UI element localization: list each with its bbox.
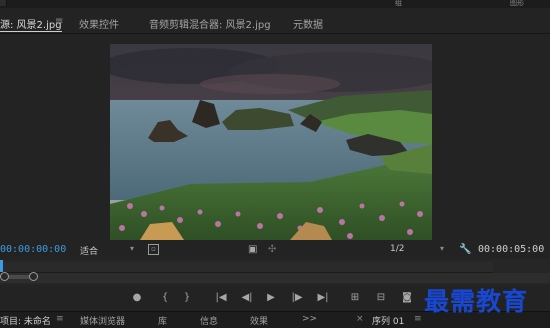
wrench-icon[interactable]: 🔧	[459, 244, 471, 256]
tab-info[interactable]: 信息	[200, 314, 218, 327]
step-back-icon[interactable]: ◀|	[240, 291, 254, 305]
duration-timecode: 00:00:05:00	[478, 244, 545, 255]
video-frame[interactable]	[110, 44, 432, 240]
hamburger-icon[interactable]: ≡	[414, 314, 422, 324]
tab-project[interactable]: 项目: 未命名	[0, 314, 51, 327]
tab-media-browser[interactable]: 媒体浏览器	[80, 314, 125, 327]
move-icon[interactable]: ✣	[268, 244, 276, 256]
top-fragment-mid: 组	[395, 0, 402, 7]
trim-icon[interactable]: ▣	[248, 244, 257, 256]
tab-libraries[interactable]: 库	[158, 314, 167, 327]
tab-effect-controls[interactable]: 效果控件	[79, 16, 119, 31]
mark-in-icon[interactable]: {	[158, 291, 172, 305]
source-monitor-tabs: 源: 风景2.jpg ≡ 效果控件 音频剪辑混合器: 风景2.jpg 元数据	[0, 10, 550, 32]
tab-metadata[interactable]: 元数据	[293, 16, 323, 31]
tab-effects[interactable]: 效果	[250, 314, 268, 327]
monitor-controls: 00:00:00:00 适合 ▾ ▫ ▣ ✣ 1/2 ▾ 🔧 00:00:05:…	[0, 241, 550, 259]
top-fragment-right: 图形	[510, 0, 524, 7]
watermark-logo: 最需教育	[424, 287, 529, 316]
step-forward-icon[interactable]: |▶	[290, 291, 304, 305]
go-to-in-icon[interactable]: |◀	[214, 291, 228, 305]
go-to-out-icon[interactable]: ▶|	[316, 291, 330, 305]
current-timecode[interactable]: 00:00:00:00	[0, 244, 66, 255]
close-icon[interactable]: ×	[356, 314, 364, 324]
panel-menu-icon[interactable]	[0, 0, 7, 6]
hamburger-icon[interactable]: ≡	[56, 314, 64, 324]
chevron-down-icon[interactable]: ▾	[130, 244, 134, 253]
overwrite-icon[interactable]: ⊟	[374, 291, 388, 305]
tab-source[interactable]: 源: 风景2.jpg	[0, 16, 62, 31]
playhead[interactable]	[0, 260, 3, 272]
add-marker-icon[interactable]: ●	[130, 291, 144, 305]
safe-margins-icon[interactable]: ▫	[148, 244, 159, 255]
hamburger-icon[interactable]: ≡	[55, 16, 63, 27]
fit-select[interactable]: 适合	[80, 244, 98, 257]
more-panels-button[interactable]: >>	[302, 314, 317, 324]
top-strip: 组 图形	[0, 0, 550, 8]
tab-audio-clip-mixer[interactable]: 音频剪辑混合器: 风景2.jpg	[149, 16, 271, 31]
tab-sequence[interactable]: 序列 01	[372, 314, 404, 327]
chevron-down-icon[interactable]: ▾	[440, 244, 444, 253]
landscape-image	[110, 44, 432, 240]
scroll-handle-right[interactable]	[29, 272, 38, 281]
scroll-handle-left[interactable]	[0, 272, 9, 281]
export-frame-icon[interactable]: ◙	[400, 291, 414, 305]
mark-out-icon[interactable]: }	[180, 291, 194, 305]
play-icon[interactable]: ▶	[264, 291, 278, 305]
active-tab-indicator	[0, 31, 62, 32]
resolution-select[interactable]: 1/2	[390, 244, 404, 256]
insert-icon[interactable]: ⊞	[348, 291, 362, 305]
time-ruler[interactable]	[0, 262, 493, 273]
